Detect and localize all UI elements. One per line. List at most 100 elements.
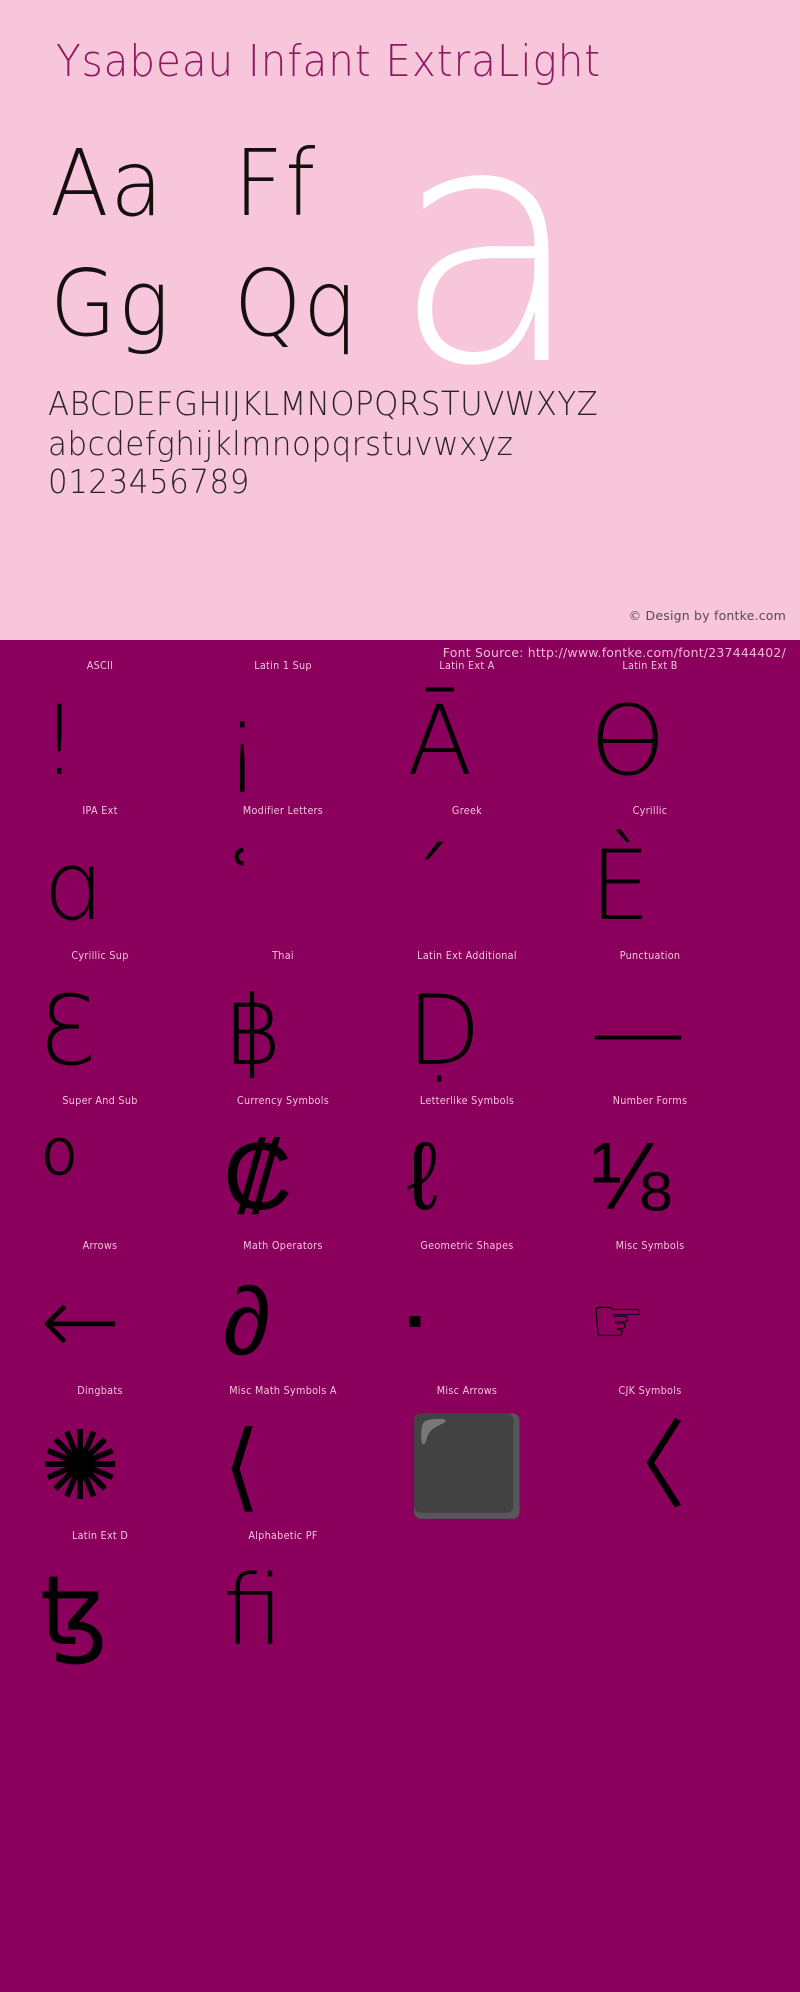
unicode-block-label: Thai bbox=[272, 950, 294, 962]
glyph-grid-cell[interactable]: IPA Ext ɑ bbox=[0, 805, 200, 950]
font-specimen-page: Ysabeau Infant ExtraLight Aa Ff Gg Qq a … bbox=[0, 0, 800, 1992]
page-title: Ysabeau Infant ExtraLight bbox=[56, 36, 602, 87]
black-rectangle-glyph: ⬛ bbox=[407, 1409, 527, 1522]
cyrillic-reversed-ze-glyph: Ԑ bbox=[40, 974, 97, 1087]
glyph-grid-cell[interactable]: Latin Ext Additional Ḍ bbox=[367, 950, 567, 1095]
letter-pair-ff: Ff bbox=[234, 130, 318, 237]
latin-alpha-glyph: ɑ bbox=[40, 829, 101, 942]
unicode-block-grid-panel: Font Source: http://www.fontke.com/font/… bbox=[0, 640, 800, 1992]
unicode-block-label: Misc Math Symbols A bbox=[229, 1385, 337, 1397]
glyph-grid-cell[interactable]: Cyrillic Sup Ԑ bbox=[0, 950, 200, 1095]
letter-pair-qq: Qq bbox=[234, 250, 360, 357]
unicode-block-label: Latin Ext A bbox=[439, 660, 495, 672]
d-dot-below-glyph: Ḍ bbox=[407, 974, 481, 1087]
modifier-half-ring-glyph: ʿ bbox=[223, 829, 255, 942]
font-source-link[interactable]: Font Source: http://www.fontke.com/font/… bbox=[443, 645, 786, 660]
glyph-grid-cell[interactable]: Geometric Shapes ▪ bbox=[367, 1240, 567, 1385]
unicode-block-label: Misc Symbols bbox=[615, 1240, 685, 1252]
script-small-l-glyph: ℓ bbox=[407, 1119, 439, 1232]
glyph-grid-cell[interactable]: Latin Ext A Ā bbox=[367, 660, 567, 805]
glyph-grid: ASCII! Latin 1 Sup ¡ Latin Ext A Ā Latin Ext … bbox=[0, 660, 800, 1675]
unicode-block-label: Letterlike Symbols bbox=[419, 1095, 515, 1107]
thai-baht-glyph: ฿ bbox=[223, 974, 285, 1087]
unicode-block-label: Geometric Shapes bbox=[420, 1240, 514, 1252]
em-dash-glyph: — bbox=[590, 974, 686, 1087]
one-eighth-fraction-glyph: ⅛ bbox=[590, 1119, 671, 1232]
barred-o-glyph: Ɵ bbox=[590, 684, 666, 797]
glyph-grid-cell[interactable]: Latin 1 Sup ¡ bbox=[183, 660, 383, 805]
bird-dingbat-glyph: ✺ bbox=[40, 1409, 121, 1522]
unicode-block-label: CJK Symbols bbox=[618, 1385, 682, 1397]
pointing-hand-glyph: ☞ bbox=[590, 1283, 646, 1357]
glyph-grid-cell[interactable]: Currency Symbols ₡ bbox=[183, 1095, 383, 1240]
unicode-block-label: Dingbats bbox=[77, 1385, 123, 1397]
specimen-panel: Ysabeau Infant ExtraLight Aa Ff Gg Qq a … bbox=[0, 0, 800, 640]
glyph-grid-cell[interactable]: Punctuation — bbox=[550, 950, 750, 1095]
glyph-grid-row: Dingbats ✺ Misc Math Symbols A ⟨ Misc Arrows… bbox=[0, 1385, 800, 1530]
hero-glyph: a bbox=[392, 118, 585, 376]
unicode-block-label: Latin Ext Additional bbox=[417, 950, 517, 962]
alphabet-digits: 0123456789 bbox=[48, 462, 250, 501]
glyph-grid-cell[interactable]: Latin Ext D ꜩ bbox=[0, 1530, 200, 1675]
unicode-block-label: IPA Ext bbox=[82, 805, 118, 817]
glyph-grid-cell[interactable]: Misc Math Symbols A ⟨ bbox=[183, 1385, 383, 1530]
unicode-block-label: Arrows bbox=[82, 1240, 118, 1252]
glyph-grid-cell[interactable]: Math Operators ∂ bbox=[183, 1240, 383, 1385]
a-macron-glyph: Ā bbox=[407, 684, 473, 797]
superscript-zero-glyph: ⁰ bbox=[40, 1119, 79, 1232]
glyph-grid-cell[interactable]: Super And Sub ⁰ bbox=[0, 1095, 200, 1240]
unicode-block-label: Alphabetic PF bbox=[248, 1530, 318, 1542]
greek-tonos-glyph: ΄ bbox=[407, 829, 454, 942]
letter-pair-aa: Aa bbox=[50, 130, 165, 237]
unicode-block-label: Latin 1 Sup bbox=[254, 660, 312, 672]
glyph-grid-cell[interactable]: Misc Arrows ⬛ bbox=[367, 1385, 567, 1530]
letter-pair-gg: Gg bbox=[50, 250, 172, 357]
alphabet-lowercase: abcdefghijklmnopqrstuvwxyz bbox=[48, 424, 514, 463]
fi-ligature-glyph: ﬁ bbox=[223, 1554, 284, 1667]
left-angle-bracket-glyph: ⟨ bbox=[223, 1409, 261, 1522]
glyph-grid-cell[interactable]: Modifier Letters ʿ bbox=[183, 805, 383, 950]
glyph-grid-row: Super And Sub ⁰ Currency Symbols ₡ Letterlik… bbox=[0, 1095, 800, 1240]
unicode-block-label: Number Forms bbox=[612, 1095, 688, 1107]
glyph-grid-row: Latin Ext D ꜩ Alphabetic PF ﬁ bbox=[0, 1530, 800, 1675]
unicode-block-label: Punctuation bbox=[619, 950, 681, 962]
cyrillic-ie-grave-glyph: Ѐ bbox=[590, 829, 651, 942]
unicode-block-label: Currency Symbols bbox=[236, 1095, 330, 1107]
colon-currency-glyph: ₡ bbox=[223, 1119, 293, 1232]
unicode-block-label: Super And Sub bbox=[62, 1095, 138, 1107]
design-credit: © Design by fontke.com bbox=[628, 608, 786, 623]
unicode-block-label: Greek bbox=[451, 805, 483, 817]
glyph-grid-cell[interactable]: Letterlike Symbols ℓ bbox=[367, 1095, 567, 1240]
glyph-grid-cell[interactable]: Number Forms ⅛ bbox=[550, 1095, 750, 1240]
glyph-grid-row: ASCII! Latin 1 Sup ¡ Latin Ext A Ā Latin Ext … bbox=[0, 660, 800, 805]
unicode-block-label: ASCII bbox=[86, 660, 114, 672]
unicode-block-label: Latin Ext D bbox=[71, 1530, 129, 1542]
glyph-grid-cell[interactable]: Misc Symbols ☞ bbox=[550, 1240, 750, 1385]
small-black-square-glyph: ▪ bbox=[407, 1294, 423, 1346]
partial-differential-glyph: ∂ bbox=[223, 1264, 271, 1377]
unicode-block-label: Misc Arrows bbox=[436, 1385, 498, 1397]
glyph-grid-row: Cyrillic Sup Ԑ Thai ฿ Latin Ext Additional Ḍ P… bbox=[0, 950, 800, 1095]
tz-ligature-glyph: ꜩ bbox=[40, 1554, 109, 1667]
left-arrow-glyph: ← bbox=[40, 1264, 121, 1377]
unicode-block-label: Latin Ext B bbox=[622, 660, 678, 672]
exclamation-glyph: ! bbox=[40, 684, 79, 797]
glyph-grid-cell[interactable]: Arrows ← bbox=[0, 1240, 200, 1385]
alphabet-uppercase: ABCDEFGHIJKLMNOPQRSTUVWXYZ bbox=[48, 384, 599, 423]
cjk-angle-bracket-glyph: 〈 bbox=[590, 1409, 686, 1522]
glyph-grid-cell[interactable]: Latin Ext B Ɵ bbox=[550, 660, 750, 805]
glyph-grid-cell[interactable]: Greek ΄ bbox=[367, 805, 567, 950]
unicode-block-label: Cyrillic Sup bbox=[71, 950, 129, 962]
glyph-grid-cell[interactable]: Thai ฿ bbox=[183, 950, 383, 1095]
unicode-block-label: Math Operators bbox=[243, 1240, 323, 1252]
glyph-grid-row: IPA Ext ɑ Modifier Letters ʿ Greek ΄ Cyrillic Ѐ bbox=[0, 805, 800, 950]
glyph-grid-cell[interactable]: CJK Symbols 〈 bbox=[550, 1385, 750, 1530]
glyph-grid-row: Arrows ← Math Operators ∂ Geometric Shapes ▪ M… bbox=[0, 1240, 800, 1385]
glyph-grid-cell[interactable]: Alphabetic PF ﬁ bbox=[183, 1530, 383, 1675]
glyph-grid-cell[interactable]: Cyrillic Ѐ bbox=[550, 805, 750, 950]
unicode-block-label: Modifier Letters bbox=[242, 805, 324, 817]
glyph-grid-cell[interactable]: Dingbats ✺ bbox=[0, 1385, 200, 1530]
inverted-exclamation-glyph: ¡ bbox=[223, 684, 262, 797]
glyph-grid-cell[interactable]: ASCII! bbox=[0, 660, 200, 805]
unicode-block-label: Cyrillic bbox=[632, 805, 668, 817]
